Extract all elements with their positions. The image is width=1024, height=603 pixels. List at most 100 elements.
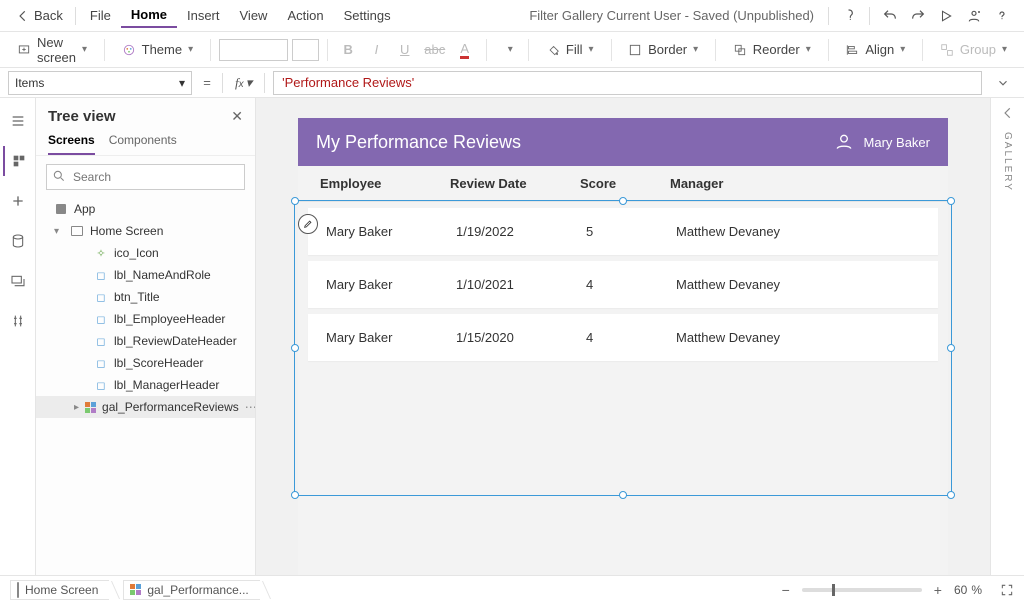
breadcrumb-control[interactable]: gal_Performance... [123, 580, 259, 600]
rail-insert-icon[interactable] [3, 186, 33, 216]
table-header-row: Employee Review Date Score Manager [298, 166, 948, 202]
main-area: Tree view ✕ Screens Components App ▾ Hom… [0, 98, 1024, 575]
separator [264, 73, 265, 93]
bold-button[interactable]: B [335, 37, 361, 62]
tree-item-label: lbl_ManagerHeader [114, 378, 219, 392]
redo-icon[interactable] [904, 2, 932, 30]
reorder-button[interactable]: Reorder ▾ [724, 37, 820, 62]
tree-item-lbl-nameandrole[interactable]: ◻ lbl_NameAndRole [36, 264, 255, 286]
gallery-control-icon [85, 400, 96, 414]
expand-formula-icon[interactable] [990, 76, 1016, 90]
header-reviewdate: Review Date [450, 176, 580, 191]
tree-item-lbl-managerheader[interactable]: ◻ lbl_ManagerHeader [36, 374, 255, 396]
rail-media-icon[interactable] [3, 266, 33, 296]
cell-score: 5 [586, 224, 676, 239]
zoom-slider-thumb[interactable] [832, 584, 835, 596]
formula-input[interactable]: 'Performance Reviews' [273, 71, 982, 95]
play-icon[interactable] [932, 2, 960, 30]
italic-button[interactable]: I [365, 37, 388, 62]
align-objects-label: Align [865, 42, 894, 57]
tab-components[interactable]: Components [109, 133, 177, 155]
label-control-icon: ◻ [94, 290, 108, 304]
properties-rail-label[interactable]: GALLERY [1002, 132, 1013, 192]
menu-insert[interactable]: Insert [177, 4, 230, 27]
tree-item-lbl-employeeheader[interactable]: ◻ lbl_EmployeeHeader [36, 308, 255, 330]
menu-action[interactable]: Action [277, 4, 333, 27]
chevron-down-icon: ▾ [806, 44, 811, 55]
tree-item-home-screen[interactable]: ▾ Home Screen [36, 220, 255, 242]
tab-screens[interactable]: Screens [48, 133, 95, 155]
tree-item-app[interactable]: App [36, 198, 255, 220]
font-color-button[interactable]: A [452, 36, 478, 64]
more-options-icon[interactable]: ⋯ [245, 400, 255, 414]
align-text-button[interactable]: ▾ [494, 38, 520, 62]
gallery-row[interactable]: Mary Baker 1/19/2022 5 Matthew Devaney [308, 208, 938, 255]
tree-item-btn-title[interactable]: ◻ btn_Title [36, 286, 255, 308]
ribbon-toolbar: New screen ▾ Theme ▾ B I U abc A ▾ Fill … [0, 32, 1024, 68]
user-icon [834, 132, 854, 152]
zoom-out-button[interactable]: − [778, 582, 794, 598]
cell-manager: Matthew Devaney [676, 330, 924, 345]
design-canvas[interactable]: My Performance Reviews Mary Baker Employ… [256, 98, 990, 575]
zoom-slider[interactable] [802, 588, 922, 592]
chevron-down-icon[interactable]: ▾ [54, 226, 64, 237]
edit-template-icon[interactable] [298, 214, 318, 234]
menu-settings[interactable]: Settings [334, 4, 401, 27]
gallery-row[interactable]: Mary Baker 1/15/2020 4 Matthew Devaney [308, 314, 938, 361]
close-icon[interactable]: ✕ [231, 108, 243, 125]
separator [611, 39, 612, 61]
menu-view[interactable]: View [230, 4, 278, 27]
breadcrumb-screen[interactable]: Home Screen [10, 580, 109, 600]
rail-advanced-tools-icon[interactable] [3, 306, 33, 336]
screen-icon [17, 583, 19, 597]
cell-employee: Mary Baker [326, 330, 456, 345]
chevron-left-icon[interactable] [1001, 106, 1015, 120]
tree-item-lbl-scoreheader[interactable]: ◻ lbl_ScoreHeader [36, 352, 255, 374]
rail-tree-view-icon[interactable] [3, 146, 33, 176]
theme-button[interactable]: Theme ▾ [113, 37, 203, 62]
property-dropdown[interactable]: Items ▾ [8, 71, 192, 95]
menu-file[interactable]: File [80, 4, 121, 27]
tree-item-gal-performancereviews[interactable]: ▸ gal_PerformanceReviews ⋯ [36, 396, 255, 418]
zoom-in-button[interactable]: + [930, 582, 946, 598]
icon-control-icon: ✧ [94, 246, 108, 260]
back-label: Back [34, 8, 63, 23]
share-icon[interactable] [960, 2, 988, 30]
new-screen-button[interactable]: New screen ▾ [8, 30, 96, 70]
gallery-row[interactable]: Mary Baker 1/10/2021 4 Matthew Devaney [308, 261, 938, 308]
tree-search-input[interactable] [46, 164, 245, 190]
new-screen-label: New screen [37, 35, 76, 65]
tree-item-lbl-reviewdateheader[interactable]: ◻ lbl_ReviewDateHeader [36, 330, 255, 352]
tree-item-label: lbl_NameAndRole [114, 268, 211, 282]
separator [869, 7, 870, 25]
status-bar: Home Screen gal_Performance... − + 60 % [0, 575, 1024, 603]
fit-to-window-icon[interactable] [1000, 583, 1014, 597]
strikethrough-button[interactable]: abc [422, 37, 448, 62]
undo-icon[interactable] [876, 2, 904, 30]
fx-icon[interactable]: fx▾ [231, 75, 256, 91]
paint-bucket-icon [546, 43, 560, 57]
cell-employee: Mary Baker [326, 224, 456, 239]
rail-data-icon[interactable] [3, 226, 33, 256]
tree-view-panel: Tree view ✕ Screens Components App ▾ Hom… [36, 98, 256, 575]
border-button[interactable]: Border ▾ [619, 37, 707, 62]
underline-button[interactable]: U [392, 37, 418, 62]
fill-label: Fill [566, 42, 583, 57]
group-button[interactable]: Group ▾ [931, 37, 1016, 62]
app-checker-icon[interactable] [835, 2, 863, 30]
gallery-control[interactable]: Mary Baker 1/19/2022 5 Matthew Devaney M… [304, 208, 942, 361]
align-objects-button[interactable]: Align ▾ [836, 37, 914, 62]
rail-hamburger-icon[interactable] [3, 106, 33, 136]
chevron-right-icon[interactable]: ▸ [74, 402, 79, 413]
separator [528, 39, 529, 61]
menu-home[interactable]: Home [121, 3, 177, 28]
tree-item-ico-icon[interactable]: ✧ ico_Icon [36, 242, 255, 264]
back-button[interactable]: Back [8, 8, 71, 23]
tree-item-label: lbl_EmployeeHeader [114, 312, 225, 326]
help-icon[interactable] [988, 2, 1016, 30]
separator [104, 39, 105, 61]
font-family-dropdown[interactable] [219, 39, 289, 61]
fill-button[interactable]: Fill ▾ [537, 37, 603, 62]
cell-reviewdate: 1/15/2020 [456, 330, 586, 345]
font-size-dropdown[interactable] [292, 39, 318, 61]
